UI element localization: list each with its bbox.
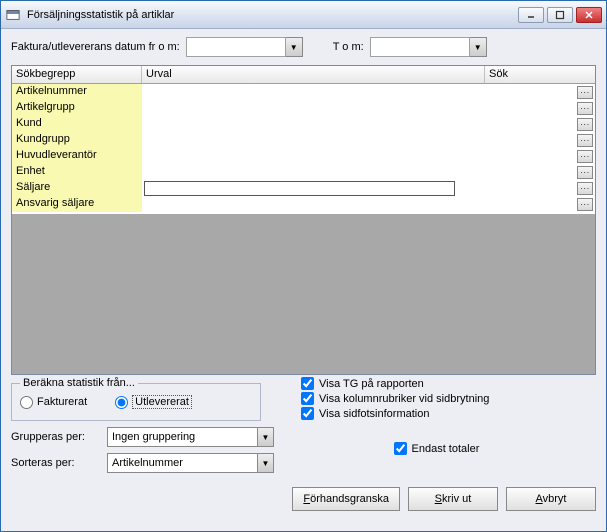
from-date-dropdown[interactable]: ▼ <box>286 37 303 57</box>
maximize-button[interactable] <box>547 7 573 23</box>
minimize-button[interactable] <box>518 7 544 23</box>
groupbox-legend: Beräkna statistik från... <box>20 377 138 389</box>
table-row: Artikelgrupp ··· <box>12 100 595 116</box>
date-row: Faktura/utlevererans datum fr o m: ▼ T o… <box>11 37 596 57</box>
check-visa-kolumn[interactable]: Visa kolumnrubriker vid sidbrytning <box>301 392 489 405</box>
from-date-input[interactable] <box>186 37 286 57</box>
lookup-button[interactable]: ··· <box>577 182 593 195</box>
check-endast-totaler-input[interactable] <box>394 442 407 455</box>
preview-button[interactable]: Förhandsgranska <box>292 487 400 511</box>
check-visa-tg-input[interactable] <box>301 377 314 390</box>
stats-groupbox: Beräkna statistik från... Fakturerat Utl… <box>11 383 261 421</box>
row-label[interactable]: Artikelnummer <box>12 84 142 100</box>
check-endast-totaler[interactable]: Endast totaler <box>394 442 480 455</box>
table-row: Säljare ··· <box>12 180 595 196</box>
app-window: Försäljningsstatistik på artiklar Faktur… <box>0 0 607 532</box>
sort-by-label: Sorteras per: <box>11 457 101 469</box>
table-header: Sökbegrepp Urval Sök <box>12 66 595 84</box>
window-icon <box>5 7 21 23</box>
table-body: Artikelnummer ··· Artikelgrupp ··· Kund … <box>12 84 595 214</box>
row-label[interactable]: Säljare <box>12 180 142 196</box>
table-row: Enhet ··· <box>12 164 595 180</box>
radio-utlevererat[interactable]: Utlevererat <box>115 395 192 409</box>
row-label[interactable]: Ansvarig säljare <box>12 196 142 212</box>
sort-by-row: Sorteras per: ▼ <box>11 453 301 473</box>
lookup-button[interactable]: ··· <box>577 166 593 179</box>
radio-utlevererat-input[interactable] <box>115 396 128 409</box>
row-label[interactable]: Kundgrupp <box>12 132 142 148</box>
to-date-dropdown[interactable]: ▼ <box>470 37 487 57</box>
group-by-label: Grupperas per: <box>11 431 101 443</box>
table-row: Ansvarig säljare ··· <box>12 196 595 212</box>
lookup-button[interactable]: ··· <box>577 134 593 147</box>
table-row: Kund ··· <box>12 116 595 132</box>
saljare-input[interactable] <box>144 181 455 196</box>
sort-by-combo[interactable] <box>107 453 257 473</box>
sort-by-dropdown[interactable]: ▼ <box>257 453 274 473</box>
header-sok[interactable]: Sök <box>485 66 595 83</box>
check-visa-sidfot[interactable]: Visa sidfotsinformation <box>301 407 489 420</box>
row-label[interactable]: Enhet <box>12 164 142 180</box>
lookup-button[interactable]: ··· <box>577 102 593 115</box>
criteria-table: Sökbegrepp Urval Sök Artikelnummer ··· A… <box>11 65 596 375</box>
radio-fakturerat-input[interactable] <box>20 396 33 409</box>
lookup-button[interactable]: ··· <box>577 150 593 163</box>
check-visa-kolumn-input[interactable] <box>301 392 314 405</box>
titlebar: Försäljningsstatistik på artiklar <box>1 1 606 29</box>
group-by-combo[interactable] <box>107 427 257 447</box>
row-label[interactable]: Kund <box>12 116 142 132</box>
to-date-label: T o m: <box>333 41 364 53</box>
header-sokbegrepp[interactable]: Sökbegrepp <box>12 66 142 83</box>
group-by-row: Grupperas per: ▼ <box>11 427 301 447</box>
check-visa-tg[interactable]: Visa TG på rapporten <box>301 377 489 390</box>
button-row: Förhandsgranska Skriv ut Avbryt <box>11 487 596 511</box>
table-empty-area <box>12 214 595 374</box>
lookup-button[interactable]: ··· <box>577 118 593 131</box>
radio-fakturerat[interactable]: Fakturerat <box>20 396 87 409</box>
table-row: Huvudleverantör ··· <box>12 148 595 164</box>
table-row: Kundgrupp ··· <box>12 132 595 148</box>
table-row: Artikelnummer ··· <box>12 84 595 100</box>
to-date-input[interactable] <box>370 37 470 57</box>
cancel-button[interactable]: Avbryt <box>506 487 596 511</box>
client-area: Faktura/utlevererans datum fr o m: ▼ T o… <box>1 29 606 531</box>
window-title: Försäljningsstatistik på artiklar <box>27 9 518 21</box>
group-by-dropdown[interactable]: ▼ <box>257 427 274 447</box>
lookup-button[interactable]: ··· <box>577 198 593 211</box>
lookup-button[interactable]: ··· <box>577 86 593 99</box>
row-label[interactable]: Artikelgrupp <box>12 100 142 116</box>
check-visa-sidfot-input[interactable] <box>301 407 314 420</box>
print-button[interactable]: Skriv ut <box>408 487 498 511</box>
close-button[interactable] <box>576 7 602 23</box>
header-urval[interactable]: Urval <box>142 66 485 83</box>
row-label[interactable]: Huvudleverantör <box>12 148 142 164</box>
from-date-label: Faktura/utlevererans datum fr o m: <box>11 41 180 53</box>
